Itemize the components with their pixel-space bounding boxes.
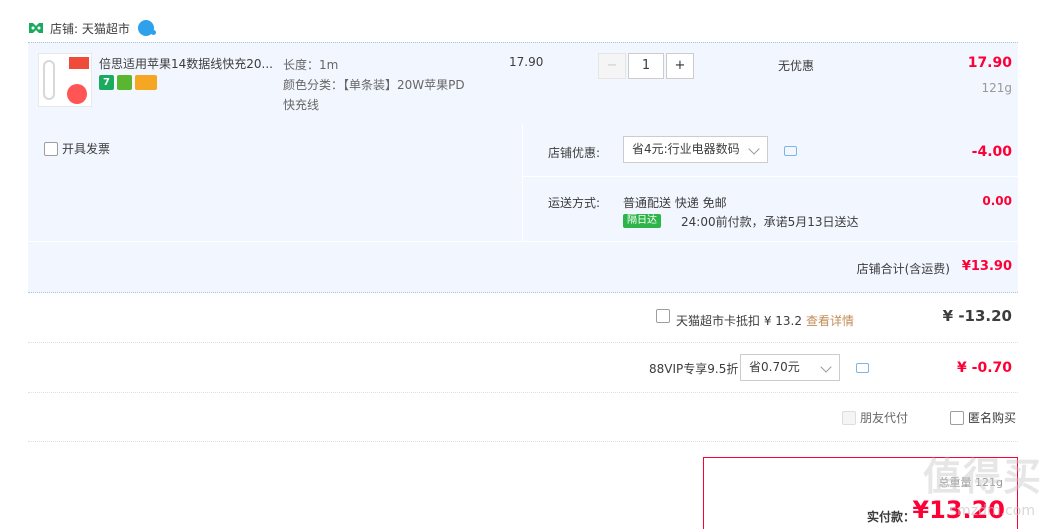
wangwang-chat-icon[interactable] [137, 20, 156, 36]
anonymous-option[interactable]: 匿名购买 [950, 409, 1016, 426]
item-discount: 无优惠 [778, 59, 815, 73]
item-subtotal: 17.90 [967, 55, 1012, 71]
vip-discount-select[interactable]: 省0.70元 [740, 354, 840, 381]
friend-pay-option[interactable]: 朋友代付 [842, 409, 908, 426]
vip-label: 88VIP专享9.5折 [649, 362, 739, 376]
shop-total-row: 店铺合计(含运费) ¥13.90 [28, 241, 1018, 293]
payment-options-row: 朋友代付 匿名购买 [28, 393, 1018, 442]
sku-color: 颜色分类：【单条装】20W苹果PD快充线 [283, 78, 465, 112]
shop-name[interactable]: 店铺: 天猫超市 [50, 20, 130, 37]
seven-day-return-icon: 7 [99, 75, 114, 90]
shop-total-label: 店铺合计(含运费) [856, 262, 950, 276]
increase-button[interactable]: + [666, 53, 694, 79]
quantity-stepper: − 1 + [598, 53, 694, 79]
tmall-card-amount: ¥ -13.20 [942, 307, 1012, 325]
vip-discount-row: 88VIP专享9.5折 省0.70元 ¥ -0.70 [28, 343, 1018, 393]
summary-label: 实付款： [867, 510, 916, 524]
anonymous-label: 匿名购买 [968, 411, 1017, 425]
shipping-amount: 0.00 [982, 194, 1012, 208]
shop-promo-value: 省4元:行业电器数码 [632, 142, 740, 156]
shop-promo-amount: -4.00 [971, 144, 1012, 160]
unit-price: 17.90 [509, 55, 544, 69]
order-extras: 开具发票 店铺优惠: 省4元:行业电器数码 -4.00 运送方式: 普通配送 快… [28, 124, 1019, 241]
vip-discount-amount: ¥ -0.70 [957, 360, 1012, 376]
chevron-down-icon [748, 143, 760, 155]
card-pay-icon [135, 75, 157, 90]
invoice-label: 开具发票 [62, 142, 111, 156]
shop-header: 店铺: 天猫超市 [28, 14, 156, 42]
order-item: 倍思适用苹果14数据线快充20... 7 长度：1m 颜色分类：【单条装】20W… [28, 42, 1018, 124]
item-thumbnail[interactable] [38, 53, 92, 107]
comment-icon[interactable] [856, 363, 869, 373]
extras-right-panel: 店铺优惠: 省4元:行业电器数码 -4.00 运送方式: 普通配送 快递 免邮 … [522, 124, 1019, 241]
invoice-option[interactable]: 开具发票 [44, 140, 110, 157]
tmall-card-label: 天猫超市卡抵扣 ¥ 13.2 [676, 314, 802, 328]
shipping-label: 运送方式: [548, 196, 601, 210]
friend-pay-checkbox[interactable] [842, 410, 856, 425]
sku-length: 长度：1m [283, 58, 339, 72]
next-day-badge: 隔日达 [623, 214, 661, 228]
anonymous-checkbox[interactable] [950, 410, 964, 425]
item-title[interactable]: 倍思适用苹果14数据线快充20... [99, 55, 274, 72]
vip-discount-value: 省0.70元 [749, 360, 800, 374]
guarantee-icon [117, 75, 132, 90]
shipping-method: 普通配送 快递 免邮 [623, 196, 727, 210]
shipping-promise: 24:00前付款，承诺5月13日送达 [681, 215, 859, 229]
tmall-icon [29, 23, 43, 33]
comment-icon[interactable] [784, 146, 797, 156]
tmall-card-details-link[interactable]: 查看详情 [806, 312, 854, 329]
shop-total-amount: ¥13.90 [961, 259, 1012, 274]
decrease-button[interactable]: − [598, 53, 626, 79]
summary-weight: 总重量 121g [938, 476, 1003, 489]
quantity-input[interactable]: 1 [628, 53, 664, 79]
order-summary: 总重量 121g 实付款： ¥13.20 [703, 457, 1018, 529]
friend-pay-label: 朋友代付 [860, 411, 909, 425]
chevron-down-icon [820, 361, 832, 373]
item-badges: 7 [99, 75, 157, 90]
summary-amount: ¥13.20 [912, 496, 1005, 524]
item-sku: 长度：1m 颜色分类：【单条装】20W苹果PD快充线 [283, 55, 473, 115]
tmall-card-checkbox[interactable] [656, 309, 670, 323]
shop-promo-label: 店铺优惠: [548, 146, 601, 160]
shop-promo-select[interactable]: 省4元:行业电器数码 [623, 136, 768, 163]
tmall-card-row: 天猫超市卡抵扣 ¥ 13.2 查看详情 ¥ -13.20 [28, 293, 1018, 343]
item-weight: 121g [981, 81, 1012, 95]
invoice-checkbox[interactable] [44, 141, 58, 156]
